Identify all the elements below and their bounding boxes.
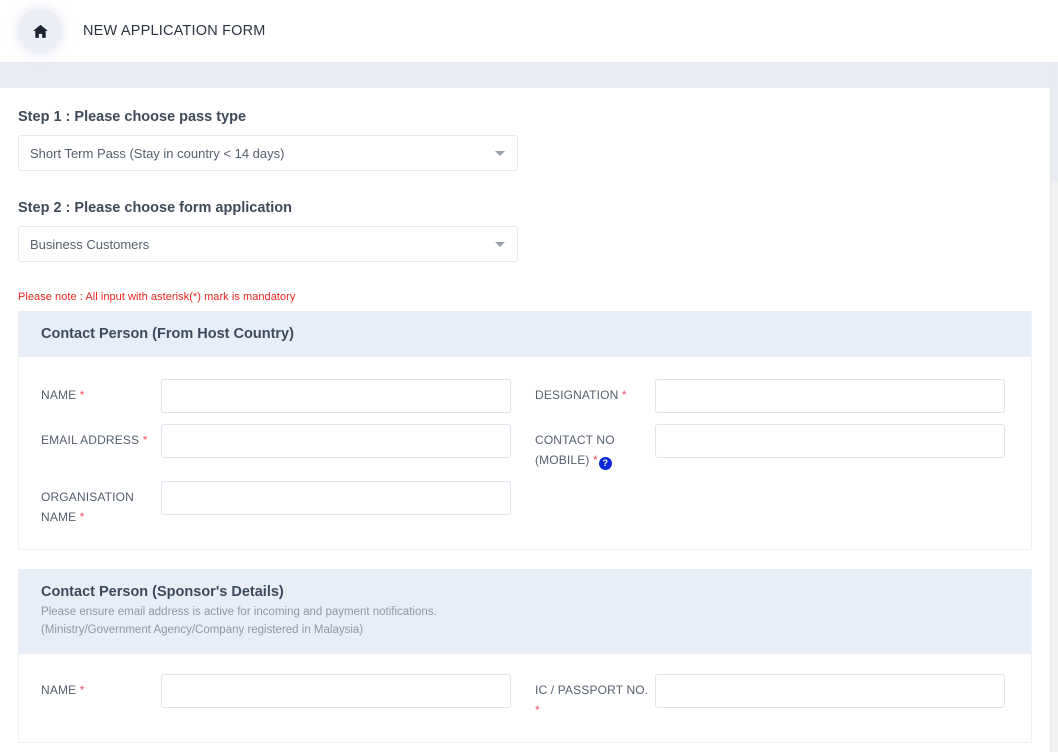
pass-type-selected-value: Short Term Pass (Stay in country < 14 da… [30, 145, 285, 161]
page-scrollbar[interactable] [1050, 62, 1058, 752]
form-row: NAME * IC / PASSPORT NO. * [19, 673, 1031, 720]
ic-passport-no-input[interactable] [655, 673, 1005, 708]
page-title: NEW APPLICATION FORM [83, 23, 266, 39]
organisation-name-input[interactable] [161, 481, 511, 516]
section-body: NAME * DESIGNATION * EMAIL ADDRESS * CON [19, 357, 1031, 549]
home-icon [32, 23, 49, 40]
field-label-text: EMAIL ADDRESS [41, 433, 140, 448]
contact-no-mobile-input[interactable] [655, 424, 1005, 459]
field-ic-passport-no: IC / PASSPORT NO. * [535, 673, 1031, 720]
section-contact-person-sponsor-details: Contact Person (Sponsor's Details) Pleas… [18, 569, 1032, 743]
section-body: NAME * IC / PASSPORT NO. * [19, 654, 1031, 742]
section-header: Contact Person (Sponsor's Details) Pleas… [19, 569, 1031, 654]
field-label: ORGANISATION NAME * [41, 481, 161, 527]
required-asterisk: * [621, 388, 627, 403]
chevron-down-icon [495, 241, 505, 247]
field-name: NAME * [19, 379, 535, 414]
required-asterisk: * [593, 453, 598, 468]
section-header: Contact Person (From Host Country) [19, 311, 1031, 358]
field-label: CONTACT NO (MOBILE) *? [535, 424, 655, 471]
form-application-select[interactable]: Business Customers [18, 226, 518, 262]
form-row: ORGANISATION NAME * [19, 481, 1031, 527]
name-input[interactable] [161, 379, 511, 414]
header-divider-band [0, 62, 1058, 88]
field-label: NAME * [41, 674, 161, 700]
field-organisation-name: ORGANISATION NAME * [19, 481, 535, 527]
step-2-label: Step 2 : Please choose form application [18, 200, 292, 216]
page-scrollbar-thumb[interactable] [1051, 62, 1058, 182]
home-button[interactable] [18, 9, 62, 53]
section-subtitle-line-2: (Ministry/Government Agency/Company regi… [41, 624, 364, 637]
email-address-input[interactable] [161, 424, 511, 459]
sponsor-name-input[interactable] [161, 673, 511, 708]
chevron-down-icon [495, 150, 505, 156]
pass-type-select[interactable]: Short Term Pass (Stay in country < 14 da… [18, 135, 518, 171]
field-label-text: DESIGNATION [535, 388, 619, 403]
required-asterisk: * [142, 433, 148, 448]
designation-input[interactable] [655, 379, 1005, 414]
form-row: NAME * DESIGNATION * [19, 379, 1031, 414]
section-title: Contact Person (Sponsor's Details) [41, 584, 284, 601]
field-label: EMAIL ADDRESS * [41, 424, 161, 450]
help-icon[interactable]: ? [598, 457, 612, 471]
field-email-address: EMAIL ADDRESS * [19, 424, 535, 459]
section-subtitle-line-1: Please ensure email address is active fo… [41, 606, 437, 619]
field-label-text: NAME [41, 682, 77, 697]
required-asterisk: * [79, 682, 85, 697]
required-asterisk: * [535, 702, 540, 717]
form-row: EMAIL ADDRESS * CONTACT NO (MOBILE) *? [19, 424, 1031, 471]
section-contact-person-host-country: Contact Person (From Host Country) NAME … [18, 311, 1032, 551]
field-sponsor-name: NAME * [19, 673, 535, 708]
field-designation: DESIGNATION * [535, 379, 1031, 414]
required-asterisk: * [79, 510, 85, 525]
application-form-page: NEW APPLICATION FORM Step 1 : Please cho… [0, 0, 1058, 752]
top-bar: NEW APPLICATION FORM [0, 0, 1058, 62]
field-label: IC / PASSPORT NO. * [535, 674, 655, 720]
mandatory-note: Please note : All input with asterisk(*)… [18, 291, 296, 303]
form-application-selected-value: Business Customers [30, 236, 150, 252]
section-title: Contact Person (From Host Country) [41, 326, 294, 342]
field-label-text: IC / PASSPORT NO. [535, 682, 649, 697]
field-label: NAME * [41, 379, 161, 405]
form-content: Step 1 : Please choose pass type Short T… [0, 88, 1058, 752]
field-label-text: ORGANISATION NAME [41, 490, 134, 525]
required-asterisk: * [79, 388, 85, 403]
field-label: DESIGNATION * [535, 379, 655, 405]
step-1-label: Step 1 : Please choose pass type [18, 109, 247, 125]
field-contact-no-mobile: CONTACT NO (MOBILE) *? [535, 424, 1031, 471]
field-label-text: NAME [41, 388, 77, 403]
